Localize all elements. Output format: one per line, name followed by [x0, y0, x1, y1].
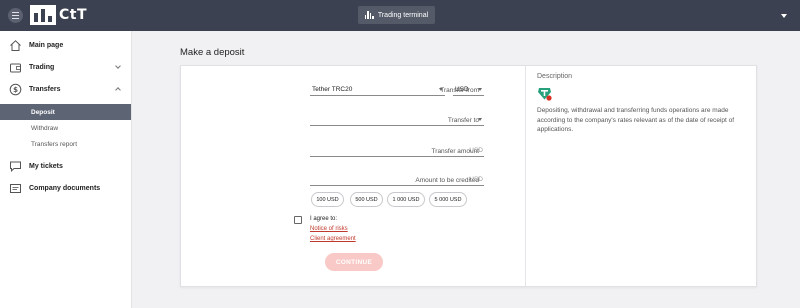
quick-amount-5000-button[interactable]: 5 000 USD: [429, 192, 467, 207]
sidebar-item-company-documents[interactable]: Company documents: [0, 177, 131, 199]
quick-amount-500-button[interactable]: 500 USD: [350, 192, 383, 207]
chevron-up-icon: [115, 87, 121, 93]
description-title: Description: [537, 73, 573, 80]
logo-mark-icon: [30, 5, 56, 25]
sidebar-subitem-transfers-report[interactable]: Transfers report: [0, 136, 131, 152]
sidebar-item-label: My tickets: [29, 162, 63, 170]
document-icon: [10, 183, 21, 193]
chat-icon: [10, 161, 21, 172]
sidebar-item-label: Company documents: [29, 184, 101, 192]
chevron-down-icon: [115, 63, 121, 69]
sidebar-item-main-page[interactable]: Main page: [0, 34, 131, 56]
divider: [525, 66, 526, 286]
agree-checkbox[interactable]: [294, 216, 302, 224]
account-dropdown-icon[interactable]: [781, 14, 787, 18]
page-title: Make a deposit: [180, 47, 245, 58]
transfer-from-select[interactable]: Tether TRC20: [310, 84, 445, 96]
currency-select[interactable]: USD: [453, 84, 484, 96]
currency-value: USD: [455, 86, 469, 93]
top-bar: CtT Trading terminal: [0, 0, 800, 31]
amount-credited-currency: USD: [469, 176, 483, 183]
transfer-amount-currency: USD: [469, 147, 483, 154]
logo[interactable]: CtT: [30, 5, 87, 25]
transfer-from-value: Tether TRC20: [312, 86, 353, 93]
trading-terminal-button[interactable]: Trading terminal: [358, 6, 435, 24]
notice-of-risks-link[interactable]: Notice of risks: [310, 226, 348, 232]
trading-terminal-label: Trading terminal: [377, 11, 429, 19]
home-icon: [10, 39, 21, 51]
quick-amount-1000-button[interactable]: 1 000 USD: [387, 192, 425, 207]
agree-label: I agree to:: [310, 216, 338, 222]
tether-icon: [538, 88, 552, 101]
description-text: Depositing, withdrawal and transferring …: [537, 107, 735, 133]
sidebar-subitem-withdraw[interactable]: Withdraw: [0, 120, 131, 136]
continue-button[interactable]: CONTINUE: [325, 253, 383, 271]
sidebar: Main page Trading $ Transfers Deposit Wi…: [0, 31, 132, 308]
transfer-amount-input[interactable]: USD: [310, 145, 484, 157]
wallet-icon: [10, 63, 21, 72]
sidebar-item-label: Trading: [29, 63, 55, 71]
sidebar-subitem-deposit[interactable]: Deposit: [0, 104, 131, 120]
transfer-to-select[interactable]: [310, 114, 484, 126]
sidebar-item-transfers[interactable]: $ Transfers: [0, 78, 131, 100]
chevron-down-icon: [478, 88, 482, 91]
menu-icon[interactable]: [8, 8, 23, 23]
client-agreement-link[interactable]: Client agreement: [310, 236, 356, 242]
sidebar-item-label: Transfers: [29, 85, 61, 93]
deposit-card: Transfer from Tether TRC20 USD Transfer …: [180, 65, 757, 287]
sidebar-item-trading[interactable]: Trading: [0, 56, 131, 78]
chevron-down-icon: [439, 88, 443, 91]
dollar-icon: $: [9, 83, 22, 95]
sidebar-item-my-tickets[interactable]: My tickets: [0, 155, 131, 177]
chevron-down-icon: [478, 118, 482, 121]
quick-amount-100-button[interactable]: 100 USD: [311, 192, 344, 207]
bar-chart-icon: [364, 11, 374, 19]
svg-text:$: $: [13, 86, 18, 94]
logo-text: CtT: [59, 7, 88, 23]
sidebar-item-label: Main page: [29, 41, 64, 49]
amount-credited-input[interactable]: USD: [310, 174, 484, 186]
